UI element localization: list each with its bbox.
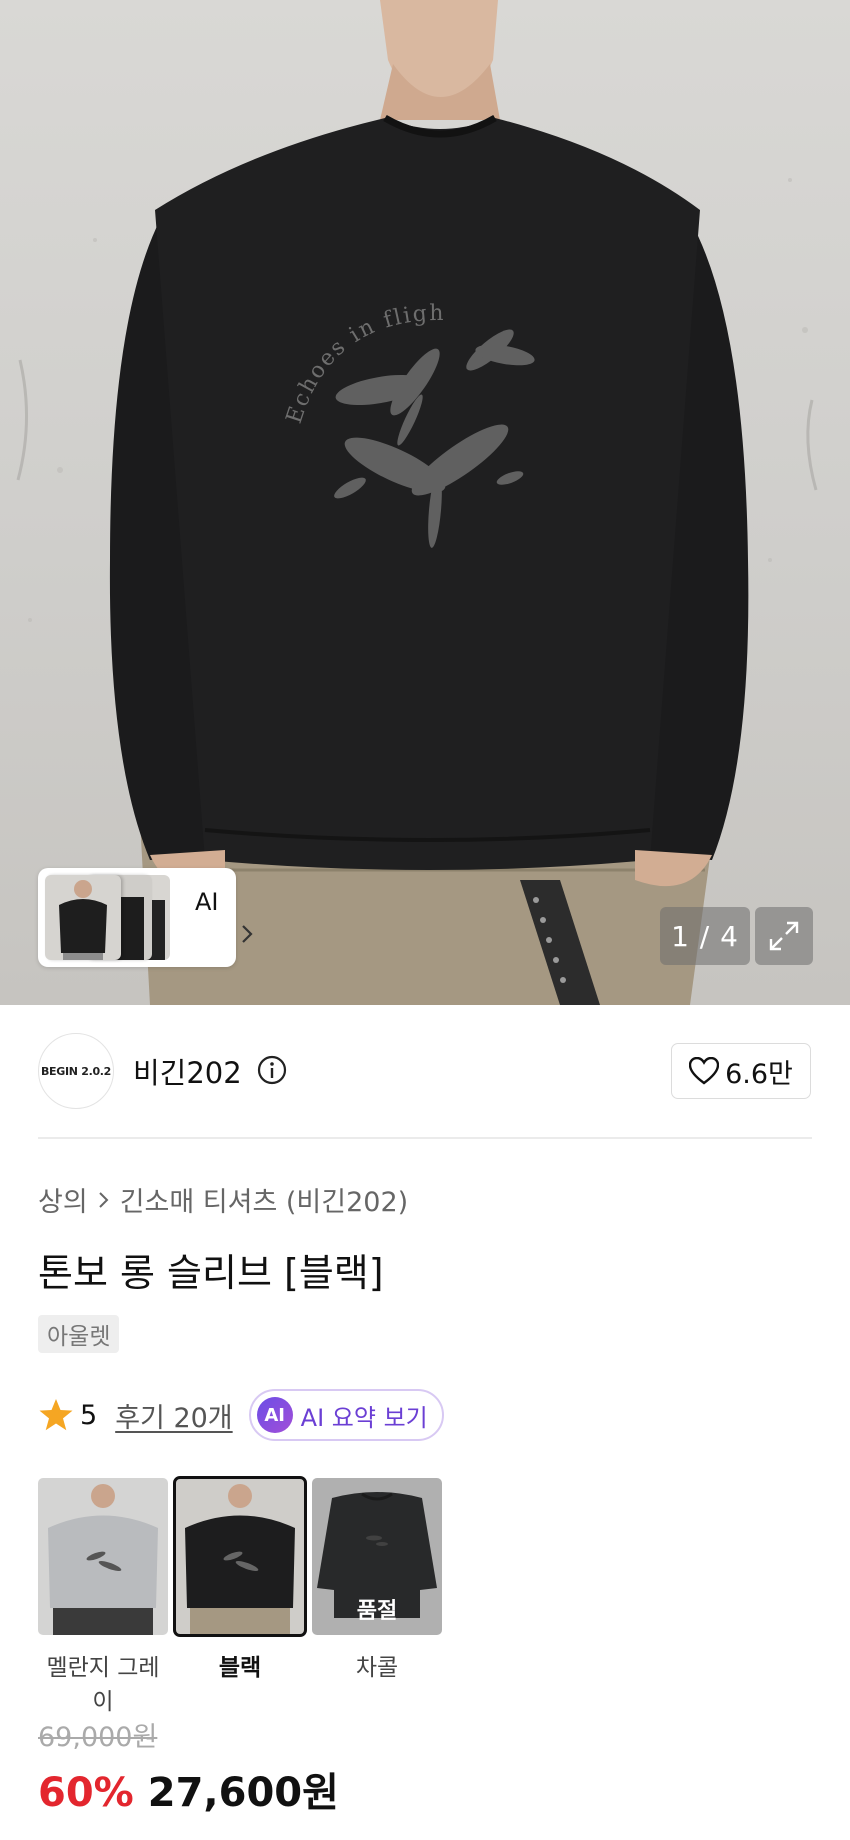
divider [38,1137,812,1139]
color-option-charcoal[interactable]: 품절 차콜 [312,1478,442,1682]
chevron-right-icon [242,925,253,943]
chevron-right-icon [98,1191,109,1208]
reviews-link[interactable]: 후기 20개 [115,1396,232,1435]
heart-icon [689,1057,720,1085]
color-option-label: 차콜 [355,1655,399,1681]
color-option-label: 멜란지 그레이 [46,1655,160,1715]
color-option-image [38,1478,168,1635]
breadcrumb-subcategory[interactable]: 긴소매 티셔츠 (비긴202) [120,1180,409,1219]
rating-score: 5 [80,1399,98,1431]
discount-rate: 60% [38,1770,134,1816]
price-row: 60% 27,600원 [38,1760,339,1818]
sale-price: 27,600원 [147,1770,339,1816]
color-option-label: 블랙 [218,1655,262,1681]
image-counter: 1 / 4 [660,907,750,965]
brand-like-button[interactable]: 6.6만 [671,1043,811,1099]
ai-summary-label: AI 요약 보기 [300,1403,428,1432]
ai-label: AI [195,888,219,916]
brand-name[interactable]: 비긴202 [133,1050,242,1092]
brand-logo-text: BEGIN 2.0.2 [40,1064,112,1078]
breadcrumb: 상의 긴소매 티셔츠 (비긴202) [38,1180,408,1219]
lookbook-thumb-1 [45,875,121,960]
ai-lookbook-thumbnail-strip[interactable]: AI [38,868,253,967]
original-price: 69,000원 [38,1722,158,1753]
expand-image-button[interactable] [755,907,813,965]
rating-row: 5 후기 20개 AI AI 요약 보기 [38,1389,444,1441]
star-icon [39,1399,73,1431]
ai-badge-icon: AI [256,1397,293,1433]
breadcrumb-category[interactable]: 상의 [38,1180,88,1219]
like-count: 6.6만 [725,1058,793,1090]
soldout-label: 품절 [356,1599,398,1624]
product-title: 톤보 롱 슬리브 [블랙] [38,1251,384,1295]
ai-summary-button[interactable]: AI AI 요약 보기 [248,1389,444,1441]
expand-icon [769,921,799,951]
product-photo: Echoes in flight. [0,0,818,1005]
product-hero-image[interactable]: Echoes in flight. [0,0,850,1005]
color-option-melange-grey[interactable]: 멜란지 그레이 [38,1478,168,1716]
color-option-image: 품절 [312,1478,442,1635]
brand-logo[interactable]: BEGIN 2.0.2 [38,1033,114,1109]
outlet-tag: 아울렛 [38,1315,120,1353]
color-option-black[interactable]: 블랙 [173,1476,307,1682]
color-option-image [173,1476,307,1637]
info-icon[interactable] [257,1055,287,1085]
